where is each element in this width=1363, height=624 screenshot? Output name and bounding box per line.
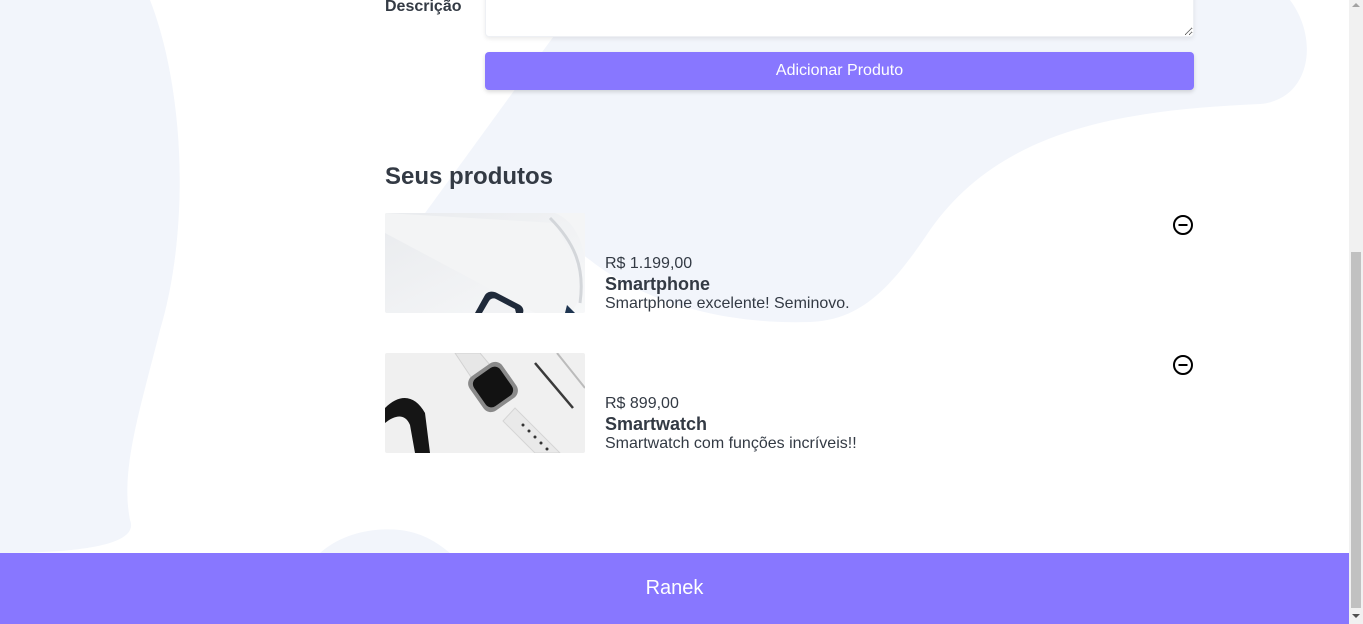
product-image[interactable] — [385, 213, 585, 313]
remove-circle-icon — [1173, 215, 1193, 235]
remove-circle-icon — [1173, 355, 1193, 375]
description-textarea[interactable] — [485, 0, 1194, 37]
product-item: R$ 1.199,00 Smartphone Smartphone excele… — [385, 213, 1195, 313]
add-product-button[interactable]: Adicionar Produto — [485, 52, 1194, 90]
scrollbar-thumb[interactable] — [1351, 252, 1361, 608]
remove-product-button[interactable] — [1171, 213, 1195, 237]
product-price: R$ 899,00 — [605, 395, 679, 412]
product-description: Smartphone excelente! Seminovo. — [605, 295, 850, 312]
remove-product-button[interactable] — [1171, 353, 1195, 377]
scroll-down-arrow-icon[interactable] — [1352, 614, 1360, 618]
product-description: Smartwatch com funções incríveis!! — [605, 435, 857, 452]
product-info: R$ 899,00 Smartwatch Smartwatch com funç… — [605, 394, 857, 454]
product-info: R$ 1.199,00 Smartphone Smartphone excele… — [605, 254, 850, 314]
scroll-up-arrow-icon[interactable] — [1352, 3, 1360, 7]
product-item: R$ 899,00 Smartwatch Smartwatch com funç… — [385, 353, 1195, 453]
product-price: R$ 1.199,00 — [605, 255, 693, 272]
footer-brand: Ranek — [645, 577, 704, 599]
footer: Ranek — [0, 553, 1349, 624]
product-name[interactable]: Smartphone — [605, 274, 850, 294]
vertical-scrollbar[interactable] — [1349, 0, 1363, 624]
product-name[interactable]: Smartwatch — [605, 414, 857, 434]
smartphone-photo-icon — [385, 213, 585, 313]
section-title: Seus produtos — [385, 163, 554, 190]
description-label: Descrição — [385, 0, 462, 15]
product-image[interactable] — [385, 353, 585, 453]
smartwatch-photo-icon — [385, 353, 585, 453]
main-content: Descrição Adicionar Produto Seus produto… — [0, 0, 1349, 553]
